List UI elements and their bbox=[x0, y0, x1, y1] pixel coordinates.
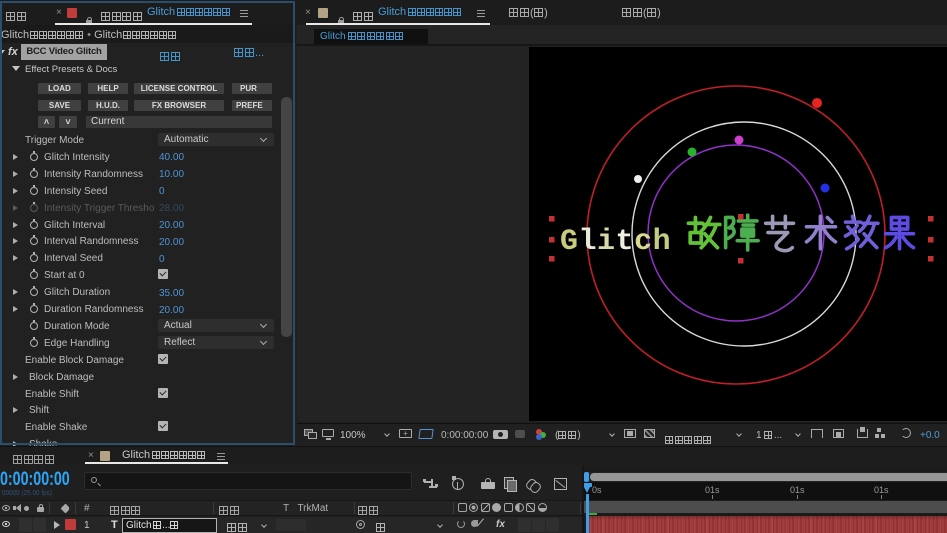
svg-text:Glitch: Glitch bbox=[560, 225, 671, 259]
